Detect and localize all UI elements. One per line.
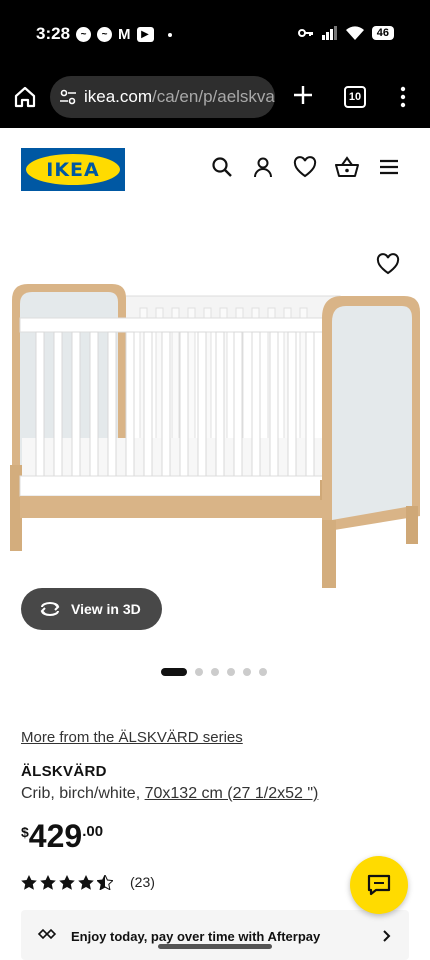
product-type: Crib, birch/white, xyxy=(21,785,145,802)
system-icons: 46 xyxy=(297,26,394,40)
account-icon[interactable] xyxy=(252,156,274,178)
gmail-icon: M xyxy=(118,26,131,43)
image-carousel-indicator xyxy=(161,667,267,677)
chevron-right-icon xyxy=(383,930,391,942)
carousel-dot[interactable] xyxy=(227,668,235,676)
carousel-dot[interactable] xyxy=(259,668,267,676)
notification-icons: ~ ~ M ▶ xyxy=(76,26,172,43)
star-icon xyxy=(40,874,56,890)
search-icon[interactable] xyxy=(211,156,233,178)
price-integer: 429 xyxy=(28,818,83,854)
product-price: $ 429 .00 xyxy=(21,818,103,854)
price-currency: $ xyxy=(21,824,29,840)
product-image-crib[interactable] xyxy=(0,270,430,600)
key-icon xyxy=(297,29,313,37)
view-in-3d-button[interactable]: View in 3D xyxy=(21,588,162,630)
gesture-navigation-bar[interactable] xyxy=(158,944,272,949)
status-time: 3:28 xyxy=(36,24,71,43)
overflow-menu-icon[interactable] xyxy=(398,86,408,108)
url-path: /ca/en/p/aelskva xyxy=(152,87,275,106)
chat-icon xyxy=(367,874,391,896)
rotate-3d-icon xyxy=(40,602,60,616)
header-actions xyxy=(0,156,430,182)
star-icon xyxy=(59,874,75,890)
star-icon xyxy=(21,874,37,890)
url-host: ikea.com xyxy=(84,87,153,106)
carousel-dot[interactable] xyxy=(211,668,219,676)
site-settings-icon[interactable] xyxy=(60,89,76,105)
address-bar[interactable]: ikea.com/ca/en/p/aelskva xyxy=(50,76,275,118)
afterpay-text: Enjoy today, pay over time with Afterpay xyxy=(71,929,321,944)
rating-count: (23) xyxy=(130,874,155,890)
carousel-dot[interactable] xyxy=(161,668,187,676)
more-notifications-dot xyxy=(167,32,172,37)
battery-indicator: 46 xyxy=(371,26,394,40)
afterpay-banner[interactable]: Enjoy today, pay over time with Afterpay xyxy=(21,910,409,960)
product-rating[interactable]: (23) xyxy=(21,874,155,890)
product-size-link[interactable]: 70x132 cm (27 1/2x52 ") xyxy=(145,785,319,802)
view-in-3d-label: View in 3D xyxy=(71,601,141,617)
series-link[interactable]: More from the ÄLSKVÄRD series xyxy=(21,729,243,746)
product-name: ÄLSKVÄRD xyxy=(21,763,107,780)
product-description: Crib, birch/white, 70x132 cm (27 1/2x52 … xyxy=(21,785,318,803)
new-tab-icon[interactable] xyxy=(292,84,314,106)
signal-icon xyxy=(321,26,337,40)
basket-icon[interactable] xyxy=(335,156,359,178)
chat-button[interactable] xyxy=(350,856,408,914)
hamburger-menu-icon[interactable] xyxy=(378,156,400,178)
carousel-dot[interactable] xyxy=(243,668,251,676)
home-icon[interactable] xyxy=(14,86,36,108)
youtube-icon: ▶ xyxy=(136,27,154,42)
afterpay-icon xyxy=(37,928,57,940)
url-text: ikea.com/ca/en/p/aelskva xyxy=(84,87,275,107)
tab-switcher-button[interactable]: 10 xyxy=(344,86,366,108)
messenger-icon: ~ xyxy=(97,27,112,42)
browser-toolbar: ikea.com/ca/en/p/aelskva 10 xyxy=(0,68,430,128)
status-bar: 3:28 ~ ~ M ▶ 46 xyxy=(0,0,430,68)
heart-icon[interactable] xyxy=(293,156,317,178)
star-icon xyxy=(78,874,94,890)
price-decimal: .00 xyxy=(82,823,104,840)
carousel-dot[interactable] xyxy=(195,668,203,676)
half-star-icon xyxy=(97,874,113,890)
wifi-icon xyxy=(345,26,364,40)
messenger-icon: ~ xyxy=(76,27,91,42)
